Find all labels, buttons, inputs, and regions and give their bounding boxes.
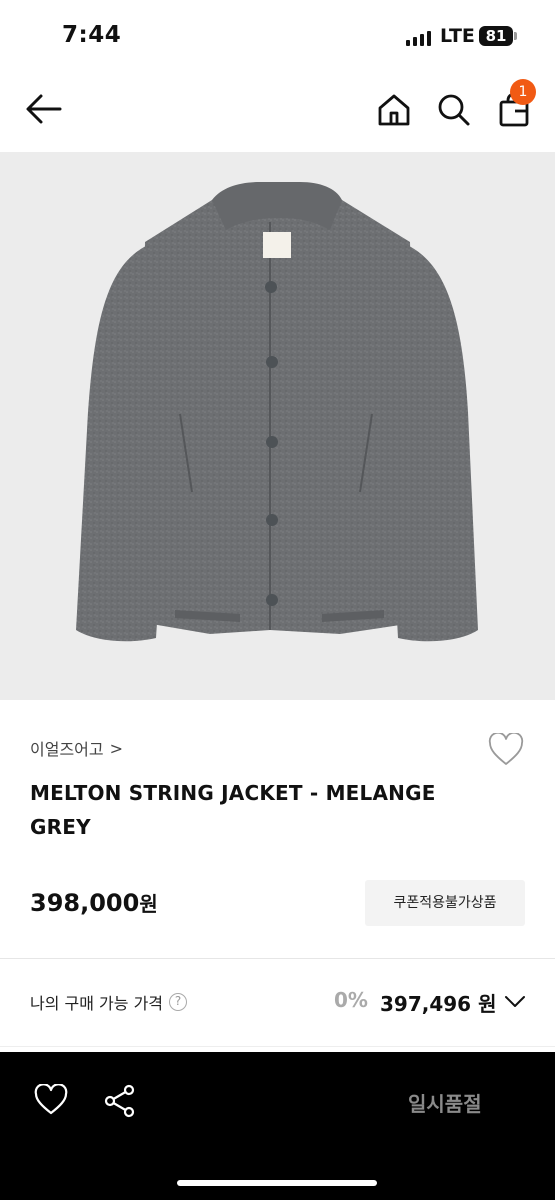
chevron-down-icon[interactable] xyxy=(504,992,526,1010)
divider xyxy=(0,958,555,959)
my-price-label: 나의 구매 가능 가격 ? xyxy=(30,990,188,1014)
chevron-right-icon: > xyxy=(109,738,124,758)
coupon-badge: 쿠폰적용불가상품 xyxy=(365,880,525,926)
final-price-unit: 원 xyxy=(478,992,497,1016)
my-price-text: 나의 구매 가능 가격 xyxy=(30,994,164,1013)
signal-icon xyxy=(406,30,431,46)
brand-link[interactable]: 이얼즈어고 > xyxy=(30,736,123,760)
final-price-value: 397,496 xyxy=(380,992,472,1016)
top-nav xyxy=(0,70,555,152)
price-value: 398,000 xyxy=(30,889,140,917)
home-icon[interactable] xyxy=(376,92,412,128)
status-bar: 7:44 LTE 81 xyxy=(0,0,555,70)
home-indicator xyxy=(177,1180,377,1186)
search-icon[interactable] xyxy=(436,92,472,128)
help-icon[interactable]: ? xyxy=(169,993,188,1011)
heart-outline-icon[interactable] xyxy=(34,1083,68,1116)
back-arrow-icon[interactable] xyxy=(24,92,64,126)
bottom-action-bar: 일시품절 xyxy=(0,1052,555,1200)
network-label: LTE xyxy=(440,25,475,47)
battery-cap xyxy=(514,32,517,40)
product-price: 398,000원 xyxy=(30,888,158,917)
price-unit: 원 xyxy=(139,892,158,916)
heart-outline-icon[interactable] xyxy=(488,731,524,767)
battery-icon: 81 xyxy=(479,26,513,46)
product-title: MELTON STRING JACKET - MELANGE GREY xyxy=(30,781,436,839)
brand-name: 이얼즈어고 xyxy=(30,740,104,759)
status-time: 7:44 xyxy=(62,22,122,48)
product-image[interactable] xyxy=(0,152,555,700)
divider xyxy=(0,1046,555,1047)
sold-out-button[interactable]: 일시품절 xyxy=(408,1088,482,1117)
share-icon[interactable] xyxy=(104,1084,136,1118)
final-price[interactable]: 397,496 원 xyxy=(380,988,496,1017)
discount-rate: 0% xyxy=(334,988,368,1012)
cart-count-badge: 1 xyxy=(510,79,536,105)
